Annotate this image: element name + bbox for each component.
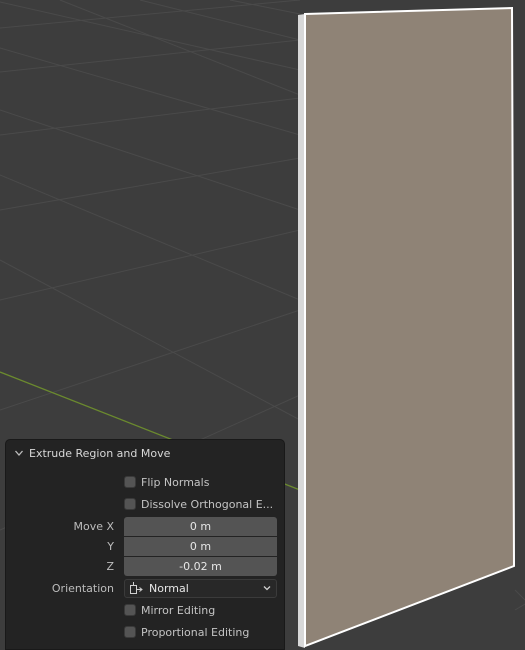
move-y-row: Y 0 m — [6, 536, 284, 556]
dissolve-orthogonal-checkbox-box[interactable] — [124, 498, 136, 510]
dissolve-orthogonal-label: Dissolve Orthogonal E... — [141, 497, 274, 511]
flip-normals-label: Flip Normals — [141, 475, 210, 489]
mirror-editing-checkbox[interactable]: Mirror Editing — [124, 604, 215, 617]
mirror-editing-checkbox-box[interactable] — [124, 604, 136, 616]
plane-side — [298, 14, 305, 648]
dissolve-orthogonal-row: Dissolve Orthogonal E... — [6, 494, 284, 514]
move-x-row: Move X 0 m — [6, 516, 284, 536]
move-y-field[interactable]: 0 m — [124, 536, 277, 556]
move-y-label: Y — [107, 539, 114, 553]
orientation-row: Orientation Normal — [6, 578, 284, 598]
move-z-row: Z -0.02 m — [6, 556, 284, 576]
orientation-dropdown[interactable]: Normal — [124, 578, 277, 598]
flip-normals-checkbox[interactable]: Flip Normals — [124, 476, 209, 489]
flip-normals-row: Flip Normals — [6, 472, 284, 492]
flip-normals-checkbox-box[interactable] — [124, 476, 136, 488]
dropdown-arrow-icon — [263, 586, 271, 591]
move-x-field[interactable]: 0 m — [124, 516, 277, 536]
chevron-down-icon — [15, 450, 23, 456]
operator-panel: Extrude Region and Move Flip Normals Dis… — [5, 439, 285, 650]
dissolve-orthogonal-checkbox[interactable]: Dissolve Orthogonal E... — [124, 498, 273, 511]
proportional-editing-checkbox-box[interactable] — [124, 626, 136, 638]
operator-panel-header[interactable]: Extrude Region and Move — [6, 440, 284, 466]
orientation-normal-icon — [130, 582, 143, 594]
proportional-editing-row: Proportional Editing — [6, 622, 284, 642]
proportional-editing-checkbox[interactable]: Proportional Editing — [124, 626, 249, 639]
move-z-field[interactable]: -0.02 m — [124, 556, 277, 576]
orientation-value: Normal — [149, 581, 189, 595]
proportional-editing-label: Proportional Editing — [141, 625, 250, 639]
mirror-editing-label: Mirror Editing — [141, 603, 216, 617]
move-x-label: Move X — [73, 519, 114, 533]
move-z-label: Z — [106, 559, 114, 573]
selected-plane-face[interactable] — [304, 6, 516, 648]
orientation-label: Orientation — [51, 581, 114, 595]
operator-panel-title: Extrude Region and Move — [29, 446, 171, 460]
mirror-editing-row: Mirror Editing — [6, 600, 284, 620]
